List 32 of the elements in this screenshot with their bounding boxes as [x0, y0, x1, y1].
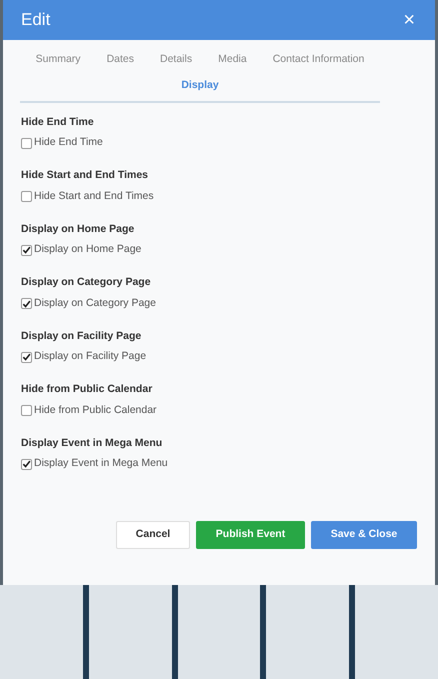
tab[interactable]: Dates	[106, 50, 134, 70]
option-heading: Hide End Time	[21, 114, 95, 130]
checkbox-label[interactable]: Hide End Time	[34, 135, 103, 151]
checkbox[interactable]	[21, 244, 32, 256]
tab[interactable]: Details	[160, 50, 192, 70]
checkbox-label[interactable]: Hide Start and End Times	[34, 188, 154, 204]
tab[interactable]: Contact Information	[272, 50, 364, 70]
checkbox-label[interactable]: Hide from Public Calendar	[34, 402, 157, 418]
checkbox-label[interactable]: Display on Home Page	[34, 242, 142, 258]
checkbox[interactable]	[21, 458, 32, 470]
option-heading: Display on Facility Page	[21, 328, 142, 344]
tab[interactable]: Summary	[36, 50, 81, 70]
save-button[interactable]: Save & Close	[311, 521, 417, 549]
option-heading: Display on Home Page	[21, 222, 136, 236]
checkbox-label[interactable]: Display Event in Mega Menu	[34, 456, 168, 472]
option-heading: Display Event in Mega Menu	[21, 436, 164, 450]
tab[interactable]: Media	[218, 50, 247, 70]
cancel-button[interactable]: Cancel	[116, 521, 190, 549]
option-heading: Display on Category Page	[21, 275, 152, 290]
checkbox[interactable]	[21, 352, 32, 363]
tab[interactable]: Display	[181, 76, 219, 96]
dialog-title: Edit	[21, 9, 50, 32]
checkbox[interactable]	[21, 405, 32, 416]
option-heading: Hide Start and End Times	[21, 168, 149, 183]
checkbox[interactable]	[21, 191, 32, 202]
publish-button[interactable]: Publish Event	[196, 521, 305, 549]
checkbox[interactable]	[21, 138, 32, 149]
option-heading: Hide from Public Calendar	[21, 382, 154, 397]
checkbox-label[interactable]: Display on Facility Page	[34, 349, 146, 365]
checkbox[interactable]	[21, 298, 32, 310]
close-button[interactable]: ×	[401, 10, 417, 30]
checkbox-label[interactable]: Display on Category Page	[34, 296, 156, 312]
